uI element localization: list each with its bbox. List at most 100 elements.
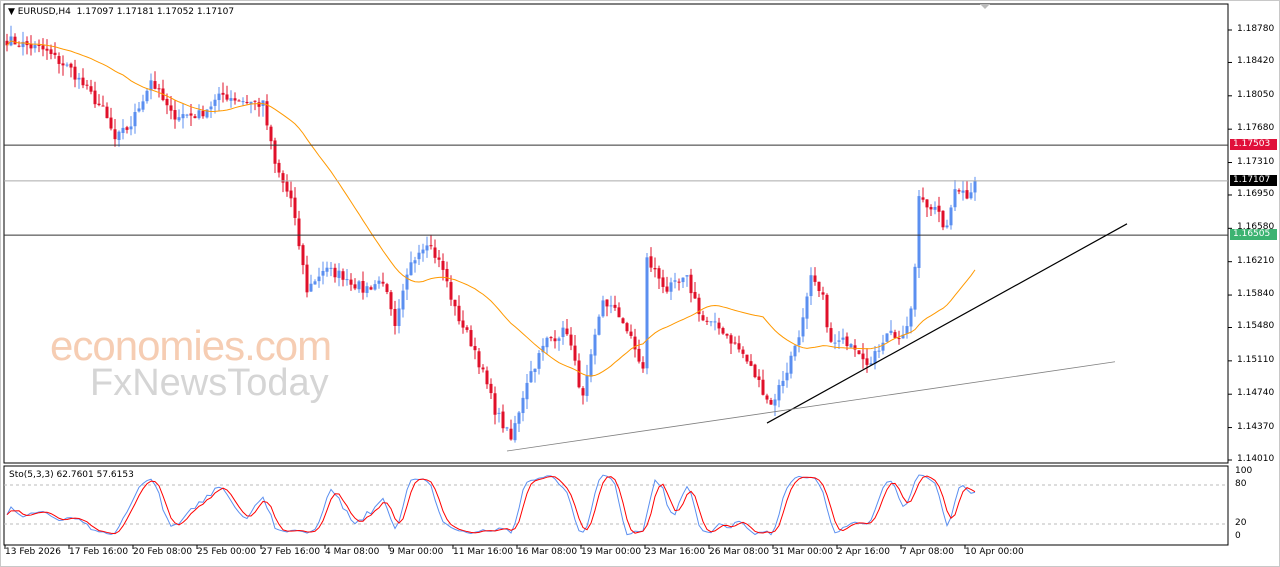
candle-body [377, 280, 381, 284]
candle-body [953, 189, 957, 208]
candle-body [669, 282, 673, 292]
candle-body [45, 48, 49, 51]
candle-body [561, 327, 565, 338]
candle-body [325, 267, 329, 272]
candle-body [49, 49, 53, 55]
candle-body [521, 397, 525, 414]
candle-body [301, 245, 305, 266]
candle-body [73, 66, 77, 80]
candle-body [877, 350, 881, 352]
candle-body [729, 335, 733, 344]
price-chart[interactable] [0, 0, 1280, 567]
candle-body [557, 338, 561, 341]
trendline [506, 361, 1116, 452]
candle-body [733, 342, 737, 344]
candle-body [933, 206, 937, 210]
stoch-panel-border [3, 465, 1229, 546]
candle-body [37, 44, 41, 46]
candle-body [741, 349, 745, 354]
candle-body [177, 117, 181, 121]
candle-body [765, 395, 769, 400]
price-axis-label: 1.15840 [1237, 289, 1275, 300]
time-axis-label: 26 Mar 08:00 [709, 547, 770, 557]
candle-body [897, 338, 901, 340]
price-axis-label: 1.14010 [1237, 454, 1275, 464]
candle-body [569, 334, 573, 346]
candle-body [533, 368, 537, 373]
price-axis-label: 1.18050 [1237, 89, 1275, 100]
candle-body [825, 294, 829, 328]
candle-body [597, 316, 601, 335]
candle-body [289, 190, 293, 199]
candle-body [581, 388, 585, 396]
candle-body [241, 101, 245, 103]
candle-body [61, 63, 65, 66]
price-axis-label: 1.18420 [1237, 56, 1275, 67]
candle-body [273, 140, 277, 164]
candle-body [57, 56, 61, 64]
candle-body [437, 257, 441, 260]
time-axis-label: 25 Feb 00:00 [197, 547, 257, 557]
candle-body [861, 353, 865, 360]
candle-body [361, 281, 365, 293]
candle-body [381, 281, 385, 284]
candle-body [609, 305, 613, 307]
time-axis-label: 23 Mar 16:00 [645, 547, 706, 557]
candle-body [917, 196, 921, 268]
price-level-tag: 1.16505 [1230, 229, 1277, 241]
candle-body [849, 344, 853, 348]
candle-body [297, 218, 301, 247]
candle-body [197, 110, 201, 119]
candle-body [837, 340, 841, 342]
candle-body [833, 342, 837, 344]
candle-body [509, 428, 513, 440]
candle-body [113, 129, 117, 140]
candle-body [505, 427, 509, 429]
candle-body [109, 117, 113, 129]
candle-body [641, 362, 645, 369]
price-axis-label: 1.14370 [1237, 421, 1275, 432]
candle-body [225, 94, 229, 100]
candle-body [257, 102, 261, 107]
candle-body [705, 320, 709, 322]
candle-body [665, 286, 669, 292]
candle-body [441, 260, 445, 270]
candle-body [661, 277, 665, 287]
candle-body [221, 92, 225, 95]
candle-body [449, 282, 453, 300]
candle-body [117, 131, 121, 141]
time-axis-label: 9 Mar 00:00 [389, 547, 444, 557]
candle-body [317, 276, 321, 282]
candle-body [501, 411, 505, 429]
candle-body [429, 245, 433, 247]
price-axis-label: 1.18780 [1237, 24, 1275, 34]
candle-body [389, 292, 393, 310]
candle-body [945, 225, 949, 228]
time-axis-label: 11 Mar 16:00 [453, 547, 514, 557]
candle-body [525, 382, 529, 400]
candle-body [685, 275, 689, 277]
candle-body [549, 337, 553, 339]
candle-body [909, 308, 913, 327]
candle-body [401, 290, 405, 310]
candle-body [969, 192, 973, 199]
candle-body [309, 283, 313, 292]
candle-body [157, 88, 161, 90]
candle-body [649, 256, 653, 268]
dropdown-icon[interactable]: ▼ [8, 7, 15, 17]
candle-body [709, 321, 713, 323]
stoch-axis-label: 100 [1235, 466, 1253, 476]
candle-body [341, 271, 345, 280]
candle-body [957, 190, 961, 192]
price-axis-label: 1.16950 [1237, 188, 1275, 199]
candle-body [921, 197, 925, 200]
shift-marker-icon [980, 4, 990, 9]
candle-body [337, 270, 341, 278]
candle-body [805, 296, 809, 319]
candle-body [857, 350, 861, 355]
candle-body [329, 267, 333, 269]
candle-body [121, 127, 125, 134]
candle-body [493, 393, 497, 415]
candle-body [817, 281, 821, 291]
candle-body [585, 375, 589, 396]
